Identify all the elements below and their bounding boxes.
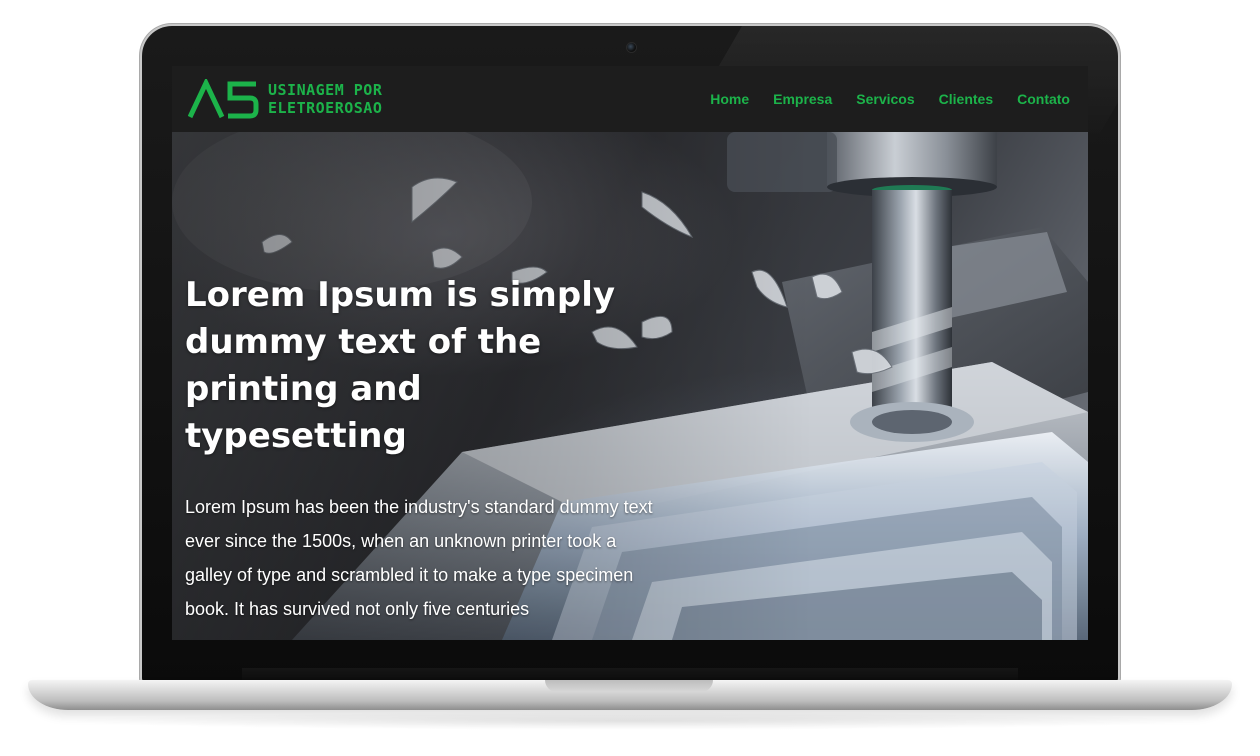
hero-title: Lorem Ipsum is simply dummy text of the … [185, 275, 616, 456]
laptop-screen: A5 USINAGEM POR ELETROEROSAO Home Empres… [172, 66, 1088, 640]
brand-name-line-2: ELETROEROSAO [268, 99, 383, 117]
hero-content: Lorem Ipsum is simply dummy text of the … [185, 272, 655, 626]
nav-link-servicos[interactable]: Servicos [856, 91, 914, 107]
nav-link-empresa[interactable]: Empresa [773, 91, 832, 107]
brand-logo[interactable]: A5 USINAGEM POR ELETROEROSAO [188, 79, 382, 119]
nav-link-contato[interactable]: Contato [1017, 91, 1070, 107]
laptop-shadow [60, 712, 1200, 730]
a5-logo-icon: A5 [188, 79, 259, 119]
main-nav: Home Empresa Servicos Clientes Contato [710, 91, 1070, 107]
site-header: A5 USINAGEM POR ELETROEROSAO Home Empres… [172, 66, 1088, 132]
laptop-mockup: A5 USINAGEM POR ELETROEROSAO Home Empres… [0, 0, 1260, 756]
nav-link-home[interactable]: Home [710, 91, 749, 107]
webcam-icon [627, 43, 636, 52]
laptop-lid: A5 USINAGEM POR ELETROEROSAO Home Empres… [142, 26, 1118, 684]
brand-name-line-1: USINAGEM POR [268, 81, 383, 99]
nav-link-clientes[interactable]: Clientes [939, 91, 993, 107]
brand-name: USINAGEM POR ELETROEROSAO [268, 81, 382, 117]
laptop-base [28, 680, 1232, 710]
hero-description: Lorem Ipsum has been the industry's stan… [185, 497, 653, 619]
laptop-notch [545, 680, 713, 692]
hero-section: Lorem Ipsum is simply dummy text of the … [172, 132, 1088, 640]
